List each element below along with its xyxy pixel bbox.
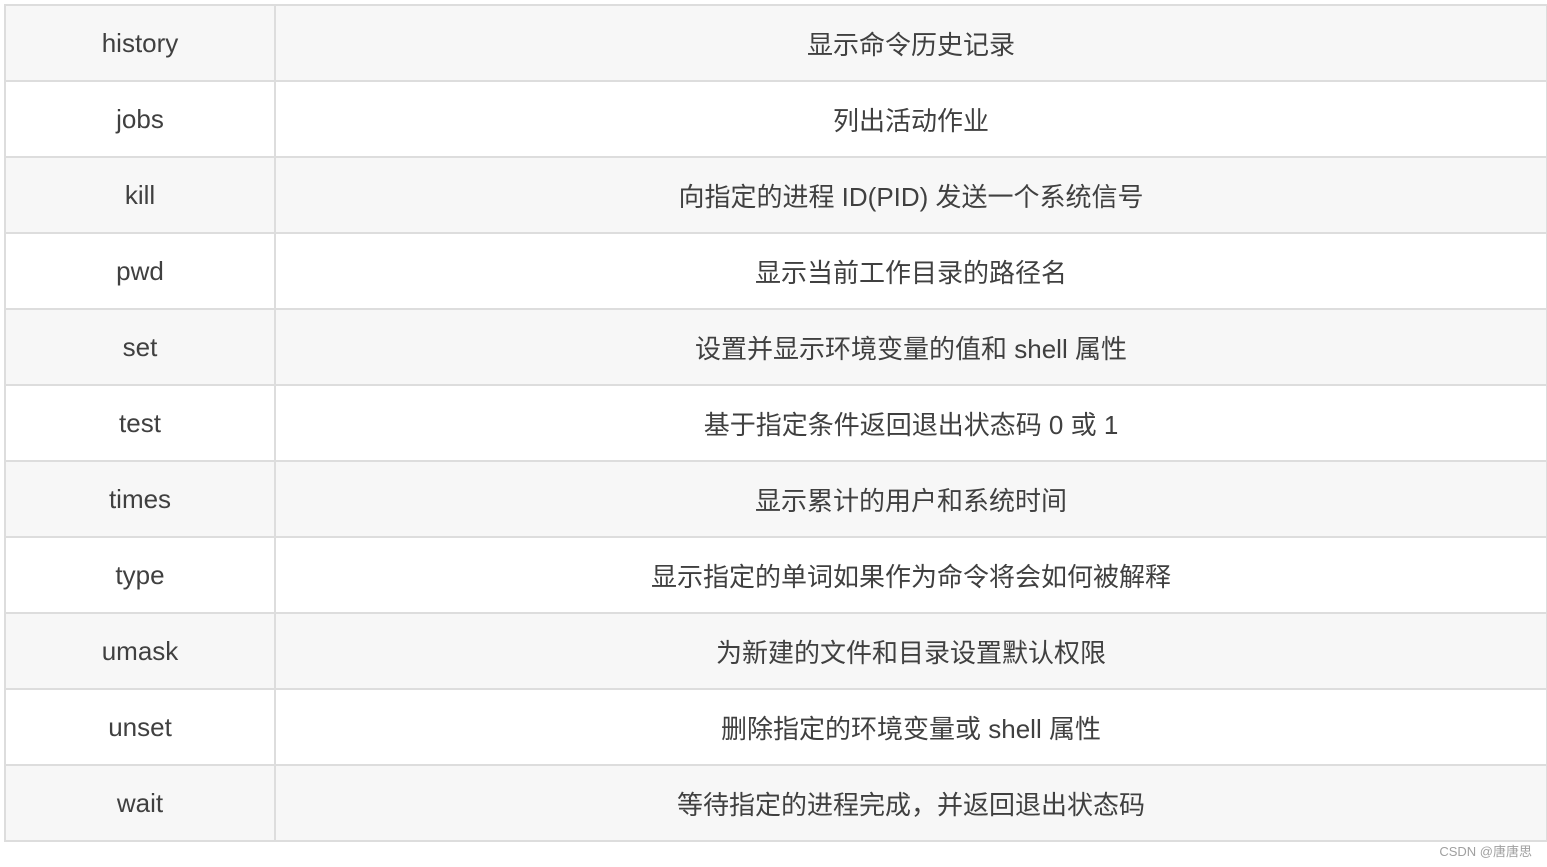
command-cell: pwd [4, 232, 276, 310]
description-cell: 显示指定的单词如果作为命令将会如何被解释 [274, 536, 1547, 614]
command-cell: unset [4, 688, 276, 766]
command-cell: history [4, 4, 276, 82]
description-cell: 向指定的进程 ID(PID) 发送一个系统信号 [274, 156, 1547, 234]
table-row: test 基于指定条件返回退出状态码 0 或 1 [4, 384, 1547, 462]
command-cell: test [4, 384, 276, 462]
description-cell: 删除指定的环境变量或 shell 属性 [274, 688, 1547, 766]
description-cell: 列出活动作业 [274, 80, 1547, 158]
command-cell: jobs [4, 80, 276, 158]
table-row: kill 向指定的进程 ID(PID) 发送一个系统信号 [4, 156, 1547, 234]
table-row: times 显示累计的用户和系统时间 [4, 460, 1547, 538]
command-cell: wait [4, 764, 276, 842]
table-row: set 设置并显示环境变量的值和 shell 属性 [4, 308, 1547, 386]
description-cell: 显示当前工作目录的路径名 [274, 232, 1547, 310]
description-cell: 显示命令历史记录 [274, 4, 1547, 82]
table-row: unset 删除指定的环境变量或 shell 属性 [4, 688, 1547, 766]
table-row: jobs 列出活动作业 [4, 80, 1547, 158]
command-cell: kill [4, 156, 276, 234]
table-row: type 显示指定的单词如果作为命令将会如何被解释 [4, 536, 1547, 614]
command-cell: umask [4, 612, 276, 690]
description-cell: 显示累计的用户和系统时间 [274, 460, 1547, 538]
table-row: umask 为新建的文件和目录设置默认权限 [4, 612, 1547, 690]
command-cell: set [4, 308, 276, 386]
watermark: CSDN @唐唐思 [1439, 844, 1532, 859]
description-cell: 设置并显示环境变量的值和 shell 属性 [274, 308, 1547, 386]
command-cell: type [4, 536, 276, 614]
description-cell: 为新建的文件和目录设置默认权限 [274, 612, 1547, 690]
description-cell: 基于指定条件返回退出状态码 0 或 1 [274, 384, 1547, 462]
table-row: pwd 显示当前工作目录的路径名 [4, 232, 1547, 310]
table-row: wait 等待指定的进程完成，并返回退出状态码 [4, 764, 1547, 842]
commands-table: history 显示命令历史记录 jobs 列出活动作业 kill 向指定的进程 ID(P… [4, 4, 1547, 842]
command-cell: times [4, 460, 276, 538]
description-cell: 等待指定的进程完成，并返回退出状态码 [274, 764, 1547, 842]
table-row: history 显示命令历史记录 [4, 4, 1547, 82]
